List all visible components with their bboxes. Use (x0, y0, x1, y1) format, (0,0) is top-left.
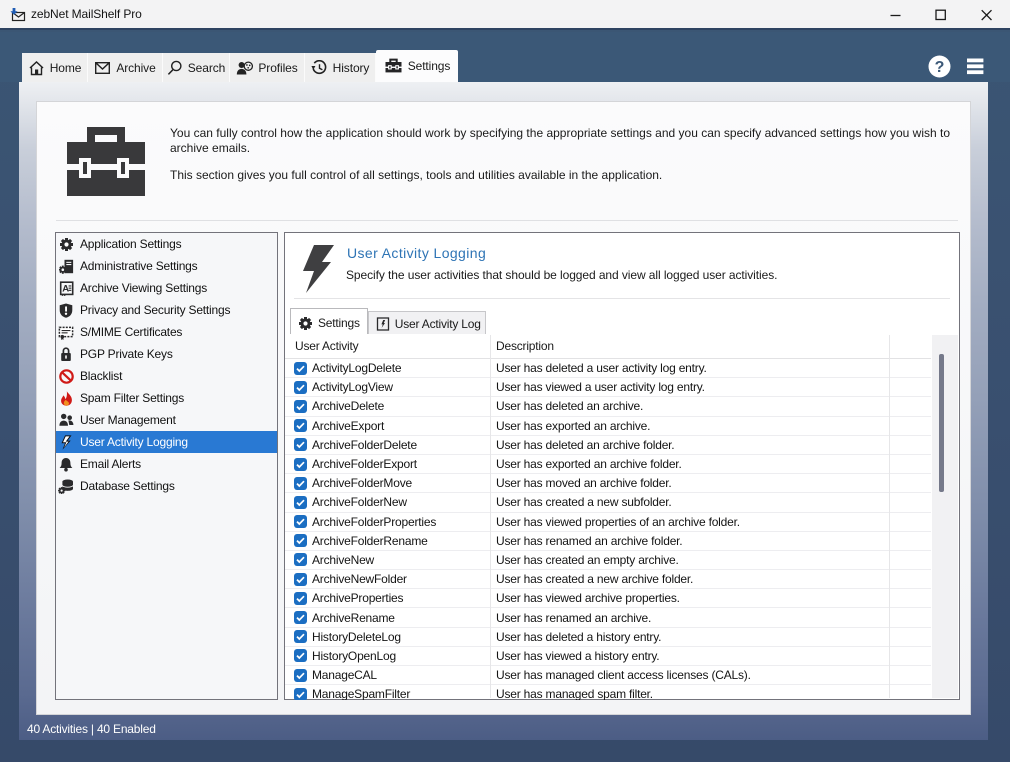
svg-text:A: A (62, 283, 69, 294)
svg-text:?: ? (935, 59, 945, 76)
